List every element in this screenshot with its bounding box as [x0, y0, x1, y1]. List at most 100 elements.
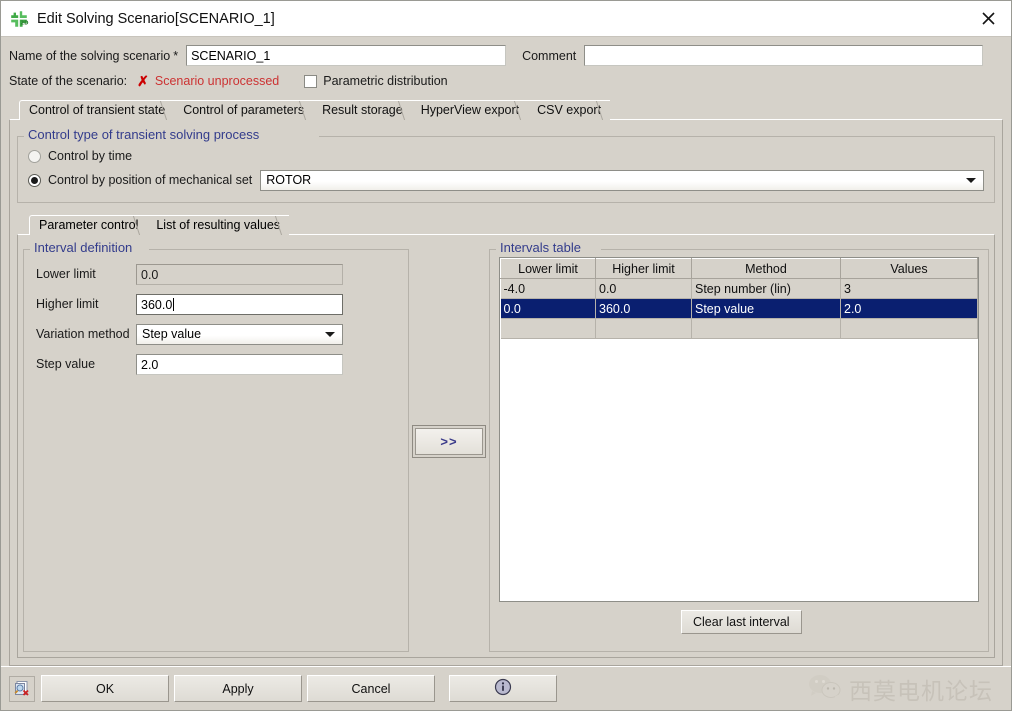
window-title: Edit Solving Scenario[SCENARIO_1]	[37, 10, 275, 27]
transfer-button-label: >>	[440, 434, 458, 449]
group-border-left	[17, 136, 24, 137]
field-label: Higher limit	[36, 297, 99, 311]
cell-lower-limit: -4.0	[500, 278, 596, 299]
column-header-values[interactable]: Values	[840, 258, 978, 279]
tab-result-storage[interactable]: Result storage	[313, 100, 412, 120]
dialog-body: Name of the solving scenario * SCENARIO_…	[1, 37, 1011, 666]
cell-higher-limit: 360.0	[595, 298, 692, 319]
tab-control-of-parameters[interactable]: Control of parameters	[174, 100, 314, 120]
comment-input[interactable]	[584, 45, 984, 66]
state-value: Scenario unprocessed	[154, 74, 280, 88]
variation-method-combo[interactable]: Step value	[136, 323, 343, 345]
cancel-label: Cancel	[351, 681, 391, 696]
table-row[interactable]: -4.0 0.0 Step number (lin) 3	[500, 278, 978, 299]
cell-higher-limit: 0.0	[595, 278, 692, 299]
close-icon[interactable]	[971, 4, 1005, 34]
clear-last-interval-button[interactable]: Clear last interval	[681, 610, 802, 634]
lower-limit-input: 0.0	[136, 263, 343, 285]
cell-higher-limit	[595, 318, 692, 339]
text-caret	[173, 297, 175, 311]
field-variation-method: Variation method Step value	[36, 319, 398, 349]
title-bar: 2D Edit Solving Scenario[SCENARIO_1]	[1, 1, 1011, 37]
info-icon	[494, 678, 512, 699]
table-row[interactable]	[500, 318, 978, 339]
tab-control-of-transient-state[interactable]: Control of transient state	[19, 100, 175, 120]
cell-method: Step number (lin)	[691, 278, 841, 299]
higher-limit-value: 360.0	[141, 297, 173, 312]
tab-list-of-resulting-values[interactable]: List of resulting values	[147, 215, 290, 235]
cell-values: 2.0	[840, 298, 978, 319]
interval-definition-column: Interval definition Lower limit 0.0 High…	[23, 239, 409, 652]
inner-tab-label: List of resulting values	[156, 218, 281, 232]
table-header-row: Lower limit Higher limit Method Values	[500, 258, 978, 279]
radio-control-by-time[interactable]: Control by time	[28, 144, 984, 168]
intervals-table-scroll[interactable]: Lower limit Higher limit Method Values -…	[499, 257, 979, 602]
svg-text:2D: 2D	[21, 20, 30, 26]
red-x-icon: ✗	[137, 73, 149, 89]
inner-tab-label: Parameter control	[39, 218, 139, 232]
mechanical-set-combo[interactable]: ROTOR	[260, 169, 984, 191]
bottom-button-bar: OK Apply Cancel 西莫电机论坛	[1, 666, 1011, 710]
tab-csv-export[interactable]: CSV export	[528, 100, 611, 120]
tab-label: Result storage	[322, 103, 403, 117]
cell-lower-limit: 0.0	[500, 298, 596, 319]
tab-parameter-control[interactable]: Parameter control	[29, 215, 148, 235]
mechanical-set-value: ROTOR	[266, 173, 312, 187]
state-row: State of the scenario: ✗ Scenario unproc…	[9, 68, 1003, 94]
scenario-name-label: Name of the solving scenario	[9, 48, 171, 63]
ok-button[interactable]: OK	[41, 675, 169, 702]
parameter-control-panel: Interval definition Lower limit 0.0 High…	[17, 234, 995, 658]
tab-label: Control of parameters	[183, 103, 305, 117]
column-header-method[interactable]: Method	[691, 258, 841, 279]
transfer-to-table-button[interactable]: >>	[415, 428, 483, 455]
name-comment-row: Name of the solving scenario * SCENARIO_…	[9, 43, 1003, 68]
state-label: State of the scenario:	[9, 74, 128, 88]
group-border-right	[149, 249, 409, 250]
group-border-left	[489, 249, 496, 250]
radio-label: Control by position of mechanical set	[48, 173, 253, 187]
cell-lower-limit	[500, 318, 596, 339]
higher-limit-input[interactable]: 360.0	[136, 293, 343, 315]
transfer-column: >>	[409, 239, 489, 652]
apply-button[interactable]: Apply	[174, 675, 302, 702]
watermark: 西莫电机论坛	[808, 672, 993, 706]
watermark-text: 西莫电机论坛	[849, 678, 993, 705]
cancel-button[interactable]: Cancel	[307, 675, 435, 702]
tab-hyperview-export[interactable]: HyperView export	[411, 100, 529, 120]
clear-button-label: Clear last interval	[693, 615, 790, 629]
cell-values: 3	[840, 278, 978, 299]
radio-button	[28, 149, 41, 163]
chevron-down-icon	[966, 178, 976, 183]
comment-label: Comment	[522, 48, 577, 63]
control-type-group: Control type of transient solving proces…	[17, 127, 995, 203]
intervals-table-group: Intervals table Lower limit Higher limit…	[489, 240, 989, 652]
tab-label: Control of transient state	[29, 103, 166, 117]
radio-control-by-position[interactable]: Control by position of mechanical set RO…	[28, 168, 984, 192]
step-value-input[interactable]: 2.0	[136, 353, 343, 375]
apply-label: Apply	[222, 681, 254, 696]
parametric-distribution-label: Parametric distribution	[323, 74, 448, 88]
field-label: Lower limit	[36, 267, 96, 281]
control-type-group-title: Control type of transient solving proces…	[26, 127, 264, 142]
variation-method-value: Step value	[142, 327, 202, 341]
intervals-table-title: Intervals table	[498, 240, 585, 255]
parameter-tab-strip: Parameter control List of resulting valu…	[29, 215, 995, 235]
document-search-error-icon[interactable]	[9, 675, 35, 702]
table-row[interactable]: 0.0 360.0 Step value 2.0	[500, 298, 978, 319]
main-tab-strip: Control of transient state Control of pa…	[9, 99, 1003, 120]
scenario-name-input[interactable]: SCENARIO_1	[186, 45, 507, 66]
column-header-higher-limit[interactable]: Higher limit	[595, 258, 692, 279]
field-lower-limit: Lower limit 0.0	[36, 259, 398, 289]
radio-label: Control by time	[48, 149, 133, 163]
info-button[interactable]	[449, 675, 557, 702]
wechat-icon	[808, 673, 842, 704]
tab-label: CSV export	[537, 103, 602, 117]
group-border-left	[23, 249, 30, 250]
field-higher-limit: Higher limit 360.0	[36, 289, 398, 319]
cell-method	[691, 318, 841, 339]
column-header-lower-limit[interactable]: Lower limit	[500, 258, 596, 279]
parametric-distribution-checkbox[interactable]: Parametric distribution	[304, 74, 448, 88]
interval-definition-group: Interval definition Lower limit 0.0 High…	[23, 240, 409, 652]
checkbox-box	[304, 74, 318, 88]
edit-solving-scenario-dialog: 2D Edit Solving Scenario[SCENARIO_1] Nam…	[0, 0, 1012, 711]
